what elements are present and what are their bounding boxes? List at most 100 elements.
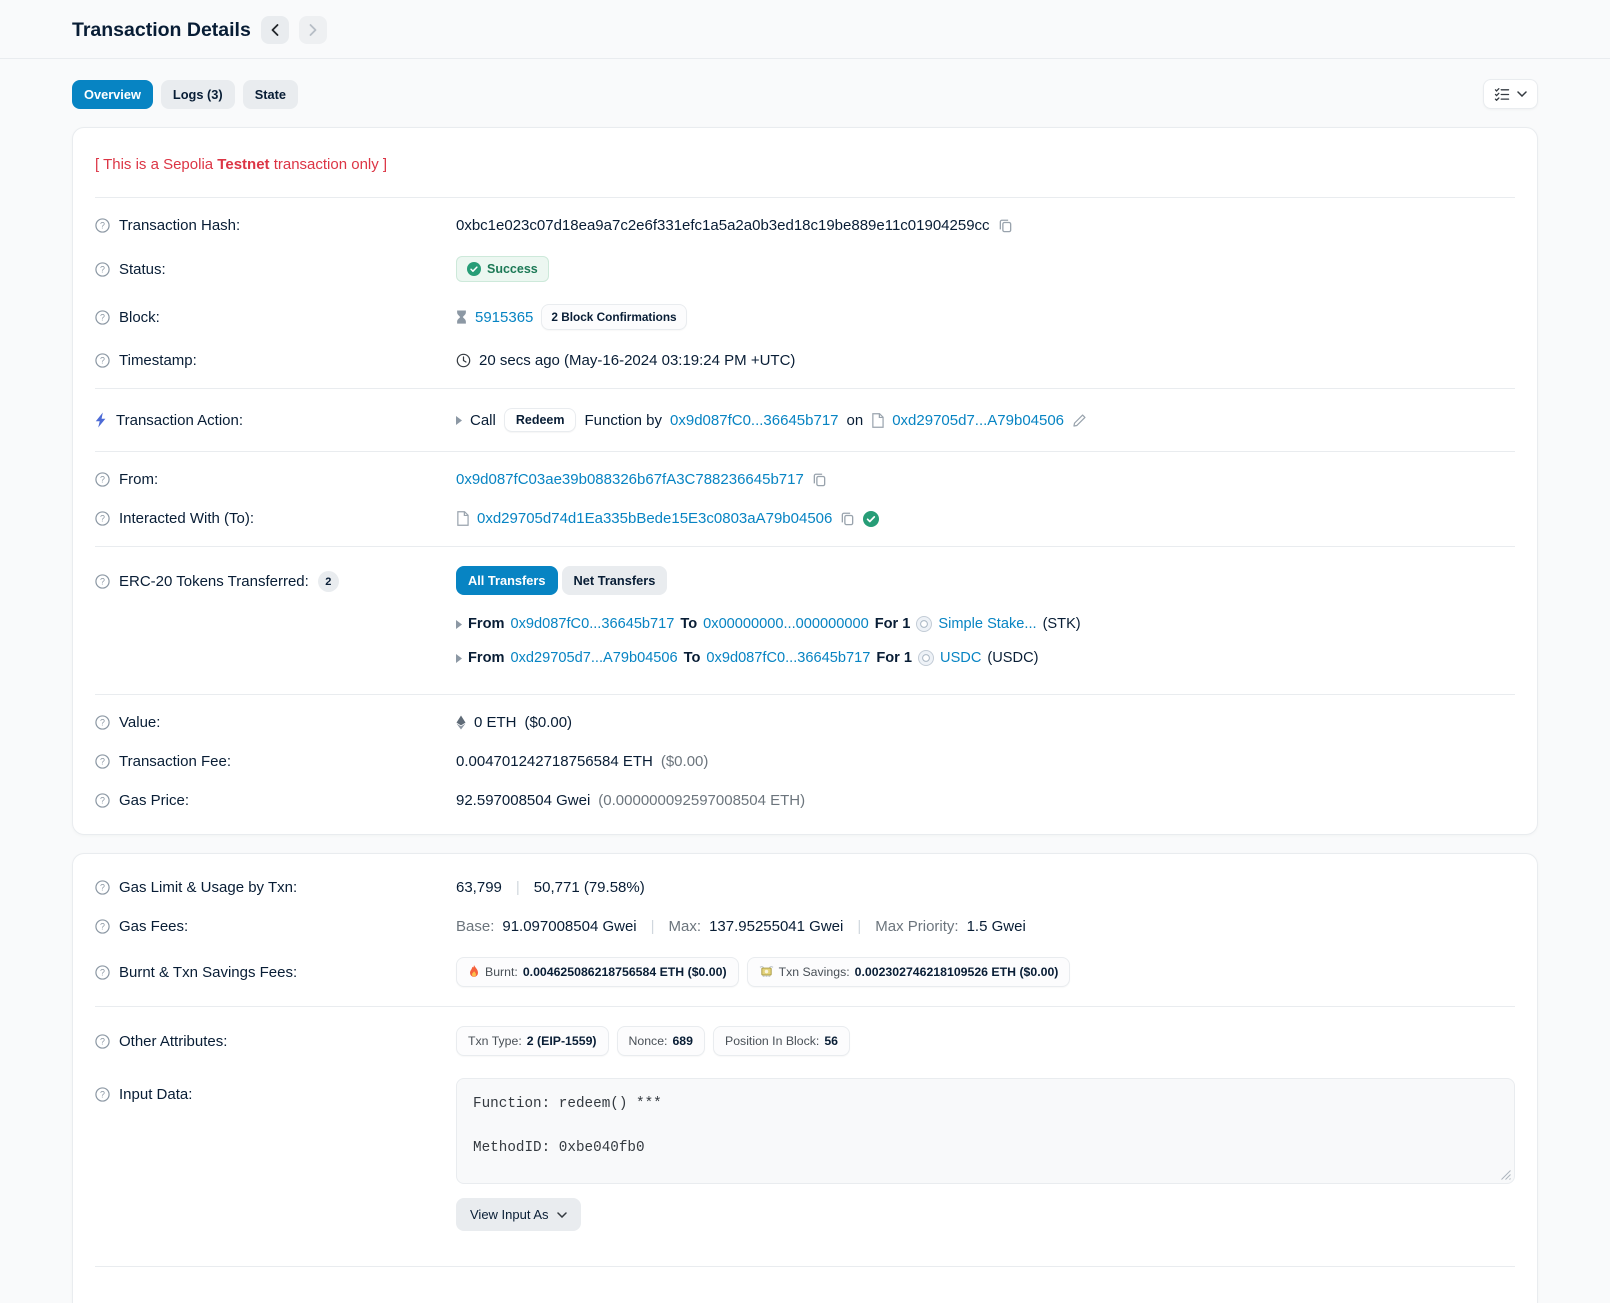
token-transfer-row: From 0x9d087fC0...36645b717 To 0x0000000… [456, 607, 1515, 641]
row-transaction-action: Transaction Action: Call Redeem Function… [95, 397, 1515, 443]
transfer-to-link[interactable]: 0x00000000...000000000 [703, 616, 869, 632]
transfer-from-link[interactable]: 0x9d087fC0...36645b717 [510, 616, 674, 632]
next-transaction-button[interactable] [299, 16, 327, 44]
help-icon[interactable]: ? [95, 262, 110, 277]
row-transaction-fee: ? Transaction Fee: 0.004701242718756584 … [95, 742, 1515, 781]
action-method-chip[interactable]: Redeem [504, 408, 577, 432]
resize-handle-icon[interactable] [1501, 1170, 1511, 1180]
block-confirmations-badge: 2 Block Confirmations [541, 304, 686, 330]
verified-check-icon [863, 511, 879, 527]
view-input-as-label: View Input As [470, 1207, 549, 1222]
nonce-label: Nonce: [629, 1034, 668, 1048]
svg-text:?: ? [100, 514, 105, 524]
txn-type-label: Txn Type: [468, 1034, 522, 1048]
caret-right-icon [456, 654, 462, 663]
transfer-token-link[interactable]: USDC [940, 650, 981, 666]
gas-usage-value: 50,771 (79.58%) [534, 879, 645, 896]
help-icon[interactable]: ? [95, 965, 110, 980]
burnt-value: 0.004625086218756584 ETH ($0.00) [523, 965, 727, 979]
value-usd: ($0.00) [525, 714, 573, 731]
token-icon [916, 616, 932, 632]
row-from: ? From: 0x9d087fC03ae39b088326b67fA3C788… [95, 460, 1515, 499]
action-on-word: on [847, 412, 864, 429]
help-icon[interactable]: ? [95, 511, 110, 526]
svg-text:?: ? [100, 796, 105, 806]
help-icon[interactable]: ? [95, 1087, 110, 1102]
hourglass-icon [456, 310, 467, 324]
transfer-to-word: To [680, 616, 697, 632]
chevron-down-icon [1517, 91, 1527, 97]
input-data-function-line: Function: redeem() *** [473, 1093, 1498, 1115]
row-transaction-hash: ? Transaction Hash: 0xbc1e023c07d18ea9a7… [95, 206, 1515, 245]
prev-transaction-button[interactable] [261, 16, 289, 44]
help-icon[interactable]: ? [95, 793, 110, 808]
action-function-by: Function by [584, 412, 662, 429]
flame-icon [468, 965, 480, 979]
gas-limit-value: 63,799 [456, 879, 502, 896]
action-contract-link[interactable]: 0xd29705d7...A79b04506 [892, 412, 1064, 429]
page-header: Transaction Details [0, 0, 1610, 58]
notice-prefix: [ This is a Sepolia [95, 156, 217, 173]
copy-icon[interactable] [998, 218, 1013, 233]
help-icon[interactable]: ? [95, 310, 110, 325]
checklist-icon [1494, 87, 1510, 101]
svg-text:?: ? [100, 1090, 105, 1100]
details-card: ? Gas Limit & Usage by Txn: 63,799 | 50,… [72, 853, 1538, 1303]
transfer-to-link[interactable]: 0x9d087fC0...36645b717 [706, 650, 870, 666]
from-label: From: [119, 471, 158, 488]
row-gas-price: ? Gas Price: 92.597008504 Gwei (0.000000… [95, 781, 1515, 820]
edit-pencil-icon[interactable] [1072, 413, 1087, 428]
action-initiator-link[interactable]: 0x9d087fC0...36645b717 [670, 412, 838, 429]
view-input-as-button[interactable]: View Input As [456, 1198, 581, 1231]
copy-icon[interactable] [840, 511, 855, 526]
row-other-attributes: ? Other Attributes: Txn Type: 2 (EIP-155… [95, 1015, 1515, 1067]
help-icon[interactable]: ? [95, 574, 110, 589]
to-address-link[interactable]: 0xd29705d74d1Ea335bBede15E3c0803aA79b045… [477, 510, 832, 527]
gas-price-amount: 92.597008504 Gwei [456, 792, 590, 809]
tab-logs[interactable]: Logs (3) [161, 80, 235, 109]
tab-overview[interactable]: Overview [72, 80, 153, 109]
divider [95, 1006, 1515, 1007]
help-icon[interactable]: ? [95, 754, 110, 769]
erc20-label: ERC-20 Tokens Transferred: [119, 573, 309, 590]
caret-right-icon [456, 416, 462, 425]
block-label: Block: [119, 309, 160, 326]
transfer-from-link[interactable]: 0xd29705d7...A79b04506 [510, 650, 677, 666]
help-icon[interactable]: ? [95, 880, 110, 895]
position-badge: Position In Block: 56 [713, 1026, 850, 1056]
row-input-data: ? Input Data: Function: redeem() *** Met… [95, 1067, 1515, 1242]
help-icon[interactable]: ? [95, 353, 110, 368]
nonce-value: 689 [672, 1034, 693, 1048]
net-transfers-button[interactable]: Net Transfers [562, 566, 668, 595]
block-number-link[interactable]: 5915365 [475, 309, 533, 326]
row-gas-limit: ? Gas Limit & Usage by Txn: 63,799 | 50,… [95, 868, 1515, 907]
status-badge: Success [456, 256, 549, 282]
timestamp-label: Timestamp: [119, 352, 197, 369]
gas-limit-label: Gas Limit & Usage by Txn: [119, 879, 297, 896]
gas-fees-label: Gas Fees: [119, 918, 188, 935]
display-options-button[interactable] [1483, 79, 1538, 109]
copy-icon[interactable] [812, 472, 827, 487]
svg-text:?: ? [100, 1036, 105, 1046]
svg-text:?: ? [100, 967, 105, 977]
svg-text:?: ? [100, 718, 105, 728]
row-block: ? Block: 5915365 2 Block Confirmations [95, 293, 1515, 341]
caret-right-icon [456, 620, 462, 629]
help-icon[interactable]: ? [95, 218, 110, 233]
help-icon[interactable]: ? [95, 472, 110, 487]
transfer-token-link[interactable]: Simple Stake... [938, 616, 1036, 632]
all-transfers-button[interactable]: All Transfers [456, 566, 558, 595]
help-icon[interactable]: ? [95, 1034, 110, 1049]
txn-savings-label: Txn Savings: [779, 965, 850, 979]
transaction-hash-label: Transaction Hash: [119, 217, 240, 234]
from-address-link[interactable]: 0x9d087fC03ae39b088326b67fA3C788236645b7… [456, 471, 804, 488]
transfer-for-word: For 1 [876, 650, 912, 666]
clock-icon [456, 353, 471, 368]
tab-state[interactable]: State [243, 80, 298, 109]
svg-text:?: ? [100, 312, 105, 322]
help-icon[interactable]: ? [95, 715, 110, 730]
page-title: Transaction Details [72, 19, 251, 42]
help-icon[interactable]: ? [95, 919, 110, 934]
input-data-textarea[interactable]: Function: redeem() *** MethodID: 0xbe040… [456, 1078, 1515, 1184]
bolt-icon [95, 412, 107, 428]
